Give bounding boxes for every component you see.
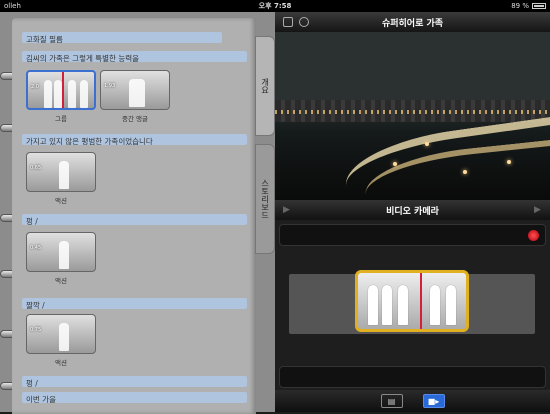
battery-icon <box>532 3 546 9</box>
figure-silhouette <box>129 79 145 107</box>
source-title: 비디오 카메라 <box>386 206 439 217</box>
section-heading[interactable]: 펑 / <box>26 216 38 227</box>
figure-silhouette <box>398 285 408 325</box>
preview-lamp <box>463 170 467 174</box>
storyboard-clip[interactable]: 0.45 <box>26 232 96 272</box>
clip-caption: 액션 <box>55 359 67 367</box>
record-bar <box>279 224 546 246</box>
play-icon[interactable]: ▶ <box>283 205 293 215</box>
project-title-bar: 슈퍼히어로 가족 <box>275 12 550 32</box>
preview-lamp <box>507 160 511 164</box>
clip-duration: 0.65 <box>30 165 42 171</box>
storyboard-clip[interactable]: 0.75 <box>26 314 96 354</box>
clip-duration: 2.0 <box>31 84 39 90</box>
figure-silhouette <box>59 241 69 269</box>
section-highlight <box>22 298 247 309</box>
figure-silhouette <box>80 80 88 108</box>
status-bar: olleh 오후 7:58 89 % <box>0 0 550 12</box>
clip-duration: 0.45 <box>30 245 42 251</box>
figure-silhouette <box>382 285 392 325</box>
section-heading[interactable]: 가지고 있지 않은 평범한 가족이었습니다 <box>26 136 153 147</box>
storyboard-notebook: 고화질 필름 김씨의 가족은 그렇게 특별한 능력을 2.0 그룹 1.93 중… <box>0 12 275 414</box>
storyboard-clip[interactable]: 0.65 <box>26 152 96 192</box>
section-heading[interactable]: 고화질 필름 <box>26 34 63 45</box>
section-highlight <box>22 214 247 225</box>
playhead-line <box>62 72 64 108</box>
figure-silhouette <box>54 80 62 108</box>
section-heading[interactable]: 짤깍 / <box>26 300 45 311</box>
clip-duration: 1.93 <box>104 83 116 89</box>
tab-overview[interactable]: 개요 <box>255 36 275 136</box>
figure-silhouette <box>59 161 69 189</box>
timeline-clip[interactable] <box>355 270 469 332</box>
figure-silhouette <box>430 285 440 325</box>
clip-caption: 액션 <box>55 197 67 205</box>
preview-lights <box>275 110 550 114</box>
playhead-line[interactable] <box>420 273 422 329</box>
figure-silhouette <box>44 80 52 108</box>
section-heading[interactable]: 이번 가을 <box>26 394 56 405</box>
section-heading[interactable]: 김씨의 가족은 그렇게 특별한 능력을 <box>26 53 139 64</box>
video-preview[interactable] <box>275 32 550 200</box>
figure-silhouette <box>368 285 378 325</box>
tab-storyboard[interactable]: 스토리보드 <box>255 144 275 254</box>
editor-pane: 슈퍼히어로 가족 ▶ 비디오 카메라 ▶ ▤ ■▸ <box>275 12 550 412</box>
settings-icon[interactable] <box>299 17 309 27</box>
bottom-toolbar: ▤ ■▸ <box>275 390 550 412</box>
figure-silhouette <box>59 323 69 351</box>
figure-silhouette <box>68 80 76 108</box>
clip-caption: 액션 <box>55 277 67 285</box>
video-camera-icon[interactable]: ■▸ <box>422 394 445 408</box>
project-title: 슈퍼히어로 가족 <box>381 18 444 29</box>
storyboard-clip[interactable]: 2.0 <box>26 70 96 110</box>
figure-silhouette <box>446 285 456 325</box>
clip-caption: 그룹 <box>55 115 67 123</box>
preview-lamp <box>393 162 397 166</box>
clock: 오후 7:58 <box>258 2 292 10</box>
preview-lamp <box>425 142 429 146</box>
timeline[interactable] <box>289 270 535 334</box>
source-bar: ▶ 비디오 카메라 ▶ <box>275 200 550 220</box>
storyboard-icon[interactable]: ▤ <box>380 394 403 408</box>
home-icon[interactable] <box>283 17 293 27</box>
audio-track-bar[interactable] <box>279 366 546 388</box>
clip-duration: 0.75 <box>30 327 42 333</box>
storyboard-clip[interactable]: 1.93 <box>100 70 170 110</box>
section-heading[interactable]: 펑 / <box>26 378 38 389</box>
play-icon[interactable]: ▶ <box>534 205 544 215</box>
storyboard-page[interactable]: 고화질 필름 김씨의 가족은 그렇게 특별한 능력을 2.0 그룹 1.93 중… <box>12 18 256 414</box>
record-button[interactable] <box>528 230 539 241</box>
clip-caption: 중간 앵글 <box>122 115 148 123</box>
section-highlight <box>22 376 247 387</box>
